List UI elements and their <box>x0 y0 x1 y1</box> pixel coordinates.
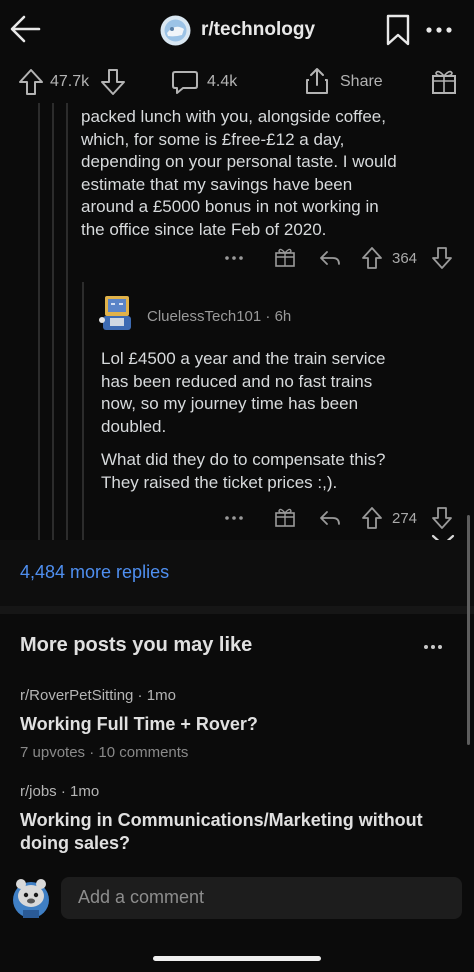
comment-line: estimate that my savings have been <box>81 174 353 194</box>
comment-upvote-icon[interactable] <box>361 246 383 270</box>
thread-line <box>82 282 84 540</box>
home-indicator[interactable] <box>153 956 321 961</box>
comment-line: the office since late Feb of 2020. <box>81 219 327 239</box>
separator-dot: · <box>56 783 71 800</box>
parent-comment-votes: 364 <box>392 250 418 267</box>
downvote-icon[interactable] <box>100 68 126 96</box>
recommendations-title: More posts you may like <box>20 634 253 656</box>
reply-username[interactable]: CluelessTech101 · 6h <box>147 308 291 325</box>
comment-line: depending on your personal taste. I woul… <box>81 152 397 171</box>
comment-more-icon[interactable] <box>224 250 244 266</box>
comment-upvote-icon[interactable] <box>361 506 383 530</box>
bookmark-icon[interactable] <box>384 14 412 46</box>
more-dots-icon[interactable] <box>424 18 454 42</box>
comment-age: 6h <box>274 308 292 325</box>
comment-line: packed lunch with you, alongside coffee, <box>81 107 386 126</box>
comment-downvote-icon[interactable] <box>431 246 453 270</box>
thread-line <box>66 103 68 540</box>
comment-award-icon[interactable] <box>274 506 296 528</box>
thread-line <box>52 103 54 540</box>
separator-dot: · <box>265 308 275 325</box>
comment-line: around a £5000 bonus in not working in <box>81 197 379 216</box>
award-icon[interactable] <box>430 67 458 95</box>
separator-dot: · <box>133 687 147 704</box>
post-title-line[interactable]: Working in Communications/Marketing with… <box>20 809 466 832</box>
post-comments: 10 comments <box>98 744 189 761</box>
recommended-post-1-meta: r/RoverPetSitting · 1mo <box>20 687 176 705</box>
recommended-post-2-title[interactable]: Working in Communications/Marketing with… <box>20 809 466 855</box>
recommended-post-2-meta: r/jobs · 1mo <box>20 783 99 801</box>
scrollbar[interactable] <box>467 515 470 745</box>
comment-award-icon[interactable] <box>274 246 296 268</box>
upvote-icon[interactable] <box>18 68 44 96</box>
recommended-post-1-stats: 7 upvotes · 10 comments <box>20 744 188 762</box>
subreddit-title[interactable]: r/technology <box>201 19 315 41</box>
post-upvotes: 7 upvotes <box>20 744 86 761</box>
comment-icon[interactable] <box>171 69 199 95</box>
share-icon[interactable] <box>303 66 331 96</box>
post-comment-count: 4.4k <box>207 73 238 90</box>
post-age: 1mo <box>70 783 100 800</box>
comment-line: doubled. <box>101 416 167 436</box>
recommended-post-1-title[interactable]: Working Full Time + Rover? <box>20 713 258 736</box>
comment-input-placeholder[interactable]: Add a comment <box>78 887 204 908</box>
section-divider <box>0 606 474 614</box>
post-subreddit[interactable]: r/jobs <box>20 783 57 800</box>
comment-more-icon[interactable] <box>224 510 244 526</box>
comment-line: which, for some is £free-£12 a day, <box>81 129 345 149</box>
username-text[interactable]: CluelessTech101 <box>147 308 261 325</box>
comment-line: They raised the ticket prices :,). <box>101 472 338 492</box>
post-upvote-count: 47.7k <box>50 73 90 90</box>
reply-comment-votes: 274 <box>392 510 418 527</box>
comment-line: has been reduced and no fast trains <box>101 371 373 391</box>
current-user-avatar[interactable] <box>10 874 52 920</box>
comment-line: now, so my journey time has been <box>101 394 359 413</box>
user-avatar[interactable] <box>96 292 138 334</box>
post-age: 1mo <box>146 687 176 704</box>
reply-icon[interactable] <box>318 509 342 527</box>
back-arrow-icon[interactable] <box>8 12 42 46</box>
comment-line: Lol £4500 a year and the train service <box>101 349 386 368</box>
comment-downvote-icon[interactable] <box>431 506 453 530</box>
separator-dot: · <box>85 744 99 761</box>
reply-comment-body: Lol £4500 a year and the train service h… <box>101 348 469 494</box>
post-subreddit[interactable]: r/RoverPetSitting <box>20 687 133 704</box>
parent-comment-body: packed lunch with you, alongside coffee,… <box>81 106 469 241</box>
subreddit-avatar-icon[interactable] <box>160 15 191 46</box>
more-replies-link[interactable]: 4,484 more replies <box>20 562 169 583</box>
comment-line: What did they do to compensate this? <box>101 450 386 469</box>
recommendations-more-icon[interactable] <box>422 640 444 654</box>
reply-icon[interactable] <box>318 249 342 267</box>
thread-line <box>38 103 40 540</box>
share-button[interactable]: Share <box>340 73 383 91</box>
post-title-line[interactable]: doing sales? <box>20 832 466 855</box>
